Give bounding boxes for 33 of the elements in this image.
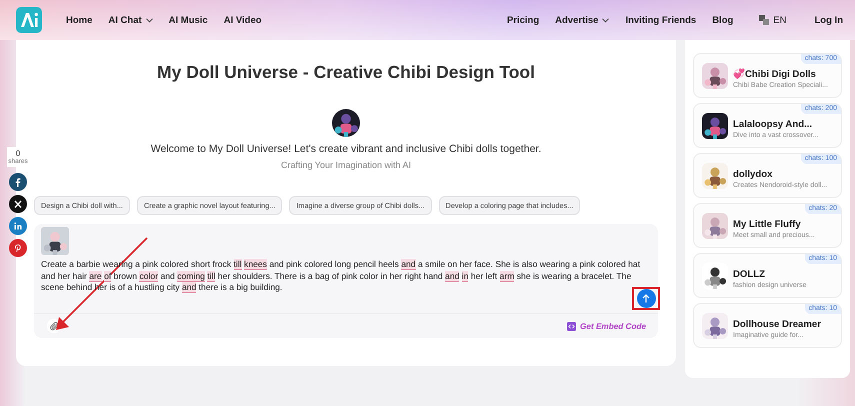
language-selector[interactable]: EN	[759, 14, 786, 26]
share-button[interactable]	[9, 195, 27, 213]
facebook-icon	[13, 177, 23, 187]
tool-name: 💞Chibi Digi Dolls	[733, 68, 817, 80]
pinterest-icon	[13, 243, 23, 253]
nav-link[interactable]: Advertise	[555, 14, 610, 26]
nav-link[interactable]: Blog	[712, 14, 734, 26]
translate-icon	[759, 15, 770, 25]
share-count: 0	[16, 149, 20, 158]
tool-name: DOLLZ	[733, 268, 766, 280]
nav-link[interactable]: AI Video	[224, 14, 262, 26]
nav-link[interactable]: Pricing	[506, 14, 540, 26]
prompt-box[interactable]	[34, 224, 658, 338]
embed-code-link[interactable]: Get Embed Code	[567, 322, 646, 330]
code-icon	[567, 322, 576, 330]
tool-name: Lalaloopsy And...	[733, 118, 814, 130]
nav-link[interactable]: Home	[66, 14, 92, 26]
share-button[interactable]	[9, 173, 27, 191]
arrow-up-icon	[642, 294, 650, 303]
login-link[interactable]: Log In	[814, 14, 843, 26]
linkedin-icon	[13, 221, 23, 231]
page-title: My Doll Universe - Creative Chibi Design Tool	[156, 62, 536, 83]
x-logo-icon	[13, 199, 23, 209]
nav-link[interactable]: Inviting Friends	[625, 14, 696, 26]
paperclip-icon	[50, 322, 58, 330]
tagline-text: Crafting Your Imagination with AI	[280, 160, 412, 170]
tool-name: My Little Fluffy	[733, 218, 802, 230]
tool-name: Dollhouse Dreamer	[733, 318, 821, 330]
send-button[interactable]	[636, 289, 656, 308]
tool-name: dollydox	[733, 168, 774, 180]
nav-link[interactable]: AI Chat	[108, 14, 153, 26]
welcome-text: Welcome to My Doll Universe! Let's create vibrant and inclusive Chibi dolls together.	[150, 143, 542, 155]
nav-link[interactable]: AI Music	[168, 14, 208, 26]
